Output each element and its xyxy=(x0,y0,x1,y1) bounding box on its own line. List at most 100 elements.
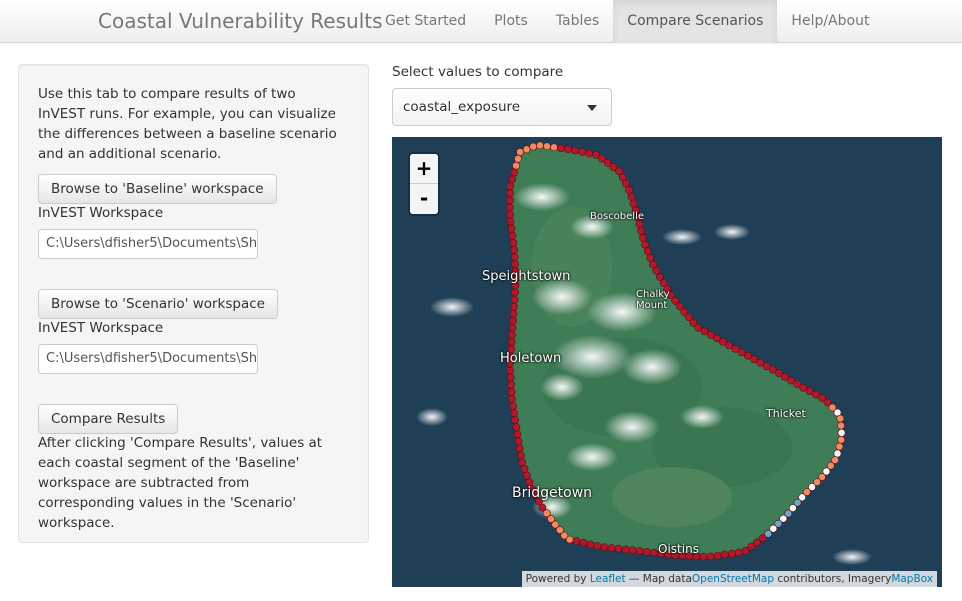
coastal-segment-marker[interactable] xyxy=(509,309,518,318)
coastal-segment-marker[interactable] xyxy=(585,149,593,158)
coastal-segment-marker[interactable] xyxy=(513,430,522,439)
coastal-segment-marker[interactable] xyxy=(506,359,515,368)
coastal-segment-marker[interactable] xyxy=(685,552,694,560)
coastal-segment-marker[interactable] xyxy=(629,199,638,208)
coastal-segment-marker[interactable] xyxy=(506,196,514,205)
coastal-segment-marker[interactable] xyxy=(713,551,722,560)
coastal-segment-marker[interactable] xyxy=(649,548,658,557)
coastal-segment-marker[interactable] xyxy=(678,551,687,560)
coastal-segment-marker[interactable] xyxy=(633,213,642,222)
coastal-segment-marker[interactable] xyxy=(510,168,518,177)
coastal-segment-marker[interactable] xyxy=(564,145,572,154)
coastal-segment-marker[interactable] xyxy=(646,254,655,262)
coastal-segment-marker[interactable] xyxy=(507,338,516,347)
openstreetmap-link[interactable]: OpenStreetMap xyxy=(692,573,774,585)
coastal-segment-marker[interactable] xyxy=(643,247,652,256)
map-canvas[interactable] xyxy=(392,137,942,587)
coastal-segment-marker[interactable] xyxy=(706,552,715,561)
coastal-segment-marker[interactable] xyxy=(750,355,758,364)
coastal-segment-marker[interactable] xyxy=(523,471,531,480)
coastal-segment-marker[interactable] xyxy=(557,144,565,153)
coastal-segment-marker[interactable] xyxy=(579,538,588,547)
coastal-segment-marker[interactable] xyxy=(635,547,644,555)
coastal-segment-marker[interactable] xyxy=(518,458,527,467)
coastal-segment-marker[interactable] xyxy=(520,464,529,473)
coastal-segment-marker[interactable] xyxy=(550,143,558,152)
coastal-segment-marker[interactable] xyxy=(571,146,579,155)
coastal-segment-marker[interactable] xyxy=(508,331,516,339)
coastal-segment-marker[interactable] xyxy=(837,428,846,437)
tab-help-about[interactable]: Help/About xyxy=(777,0,883,43)
tab-compare-scenarios[interactable]: Compare Scenarios xyxy=(613,0,778,43)
coastal-segment-marker[interactable] xyxy=(506,373,515,382)
map[interactable]: + - Boscobelle Speightstown Chalky Mount… xyxy=(392,137,942,587)
coastal-segment-marker[interactable] xyxy=(836,414,845,423)
coastal-segment-marker[interactable] xyxy=(511,416,520,424)
coastal-segment-marker[interactable] xyxy=(511,267,520,276)
coastal-segment-marker[interactable] xyxy=(506,352,515,361)
coastal-segment-marker[interactable] xyxy=(508,395,516,403)
coastal-segment-marker[interactable] xyxy=(528,484,536,493)
coastal-segment-marker[interactable] xyxy=(657,549,665,558)
coastal-segment-marker[interactable] xyxy=(516,148,524,156)
coastal-segment-marker[interactable] xyxy=(512,161,520,170)
coastal-segment-marker[interactable] xyxy=(835,442,844,451)
coastal-segment-marker[interactable] xyxy=(607,544,616,552)
coastal-segment-marker[interactable] xyxy=(699,552,708,561)
coastal-segment-marker[interactable] xyxy=(641,240,649,249)
coastal-segment-marker[interactable] xyxy=(720,550,729,559)
coastal-segment-marker[interactable] xyxy=(506,210,514,219)
browse-scenario-button[interactable]: Browse to 'Scenario' workspace xyxy=(38,289,278,319)
coastal-segment-marker[interactable] xyxy=(621,545,630,554)
coastal-segment-marker[interactable] xyxy=(515,444,524,453)
coastal-segment-marker[interactable] xyxy=(506,217,515,226)
coastal-segment-marker[interactable] xyxy=(508,231,517,240)
coastal-segment-marker[interactable] xyxy=(507,380,515,389)
coastal-segment-marker[interactable] xyxy=(586,540,595,549)
coastal-segment-marker[interactable] xyxy=(671,551,679,560)
coastal-segment-marker[interactable] xyxy=(614,544,623,553)
coastal-segment-marker[interactable] xyxy=(741,546,750,555)
coastal-segment-marker[interactable] xyxy=(638,234,647,242)
app-title[interactable]: Coastal Vulnerability Results xyxy=(98,9,383,33)
coastal-segment-marker[interactable] xyxy=(635,220,644,228)
browse-baseline-button[interactable]: Browse to 'Baseline' workspace xyxy=(38,174,277,204)
baseline-path-input[interactable]: C:\Users\dfisher5\Documents\Shi xyxy=(38,229,258,259)
coastal-segment-marker[interactable] xyxy=(522,145,531,154)
coastal-segment-marker[interactable] xyxy=(509,316,517,325)
coastal-segment-marker[interactable] xyxy=(631,206,640,215)
coastal-segment-marker[interactable] xyxy=(511,260,519,268)
coastal-segment-marker[interactable] xyxy=(510,253,519,261)
coastal-segment-marker[interactable] xyxy=(512,274,520,283)
coastal-segment-marker[interactable] xyxy=(508,175,517,184)
coastal-segment-marker[interactable] xyxy=(511,281,520,290)
coastal-segment-marker[interactable] xyxy=(637,227,645,235)
coastal-segment-marker[interactable] xyxy=(509,239,518,247)
coastal-segment-marker[interactable] xyxy=(516,451,525,460)
coastal-segment-marker[interactable] xyxy=(692,552,701,561)
coastal-segment-marker[interactable] xyxy=(506,182,515,191)
coastal-segment-marker[interactable] xyxy=(578,148,586,156)
coastal-segment-marker[interactable] xyxy=(529,142,538,151)
coastal-segment-marker[interactable] xyxy=(572,537,581,546)
coastal-segment-marker[interactable] xyxy=(664,550,672,559)
coastal-segment-marker[interactable] xyxy=(507,345,516,354)
coastal-segment-marker[interactable] xyxy=(507,387,516,396)
coastal-segment-marker[interactable] xyxy=(506,189,514,198)
coastal-segment-marker[interactable] xyxy=(509,402,517,410)
mapbox-link[interactable]: MapBox xyxy=(891,573,933,585)
coastal-segment-marker[interactable] xyxy=(514,154,522,163)
coastal-segment-marker[interactable] xyxy=(543,142,551,151)
coastal-segment-marker[interactable] xyxy=(525,478,534,487)
coastal-segment-marker[interactable] xyxy=(642,547,651,556)
coastal-segment-marker[interactable] xyxy=(510,246,519,254)
coastal-segment-marker[interactable] xyxy=(508,324,517,332)
coastal-segment-marker[interactable] xyxy=(734,548,743,557)
tab-get-started[interactable]: Get Started xyxy=(371,0,480,43)
coastal-segment-marker[interactable] xyxy=(510,295,519,304)
coastal-segment-marker[interactable] xyxy=(593,542,602,550)
leaflet-link[interactable]: Leaflet xyxy=(590,573,626,585)
coastal-segment-marker[interactable] xyxy=(511,288,519,297)
coastal-segment-marker[interactable] xyxy=(833,449,842,458)
coastal-segment-marker[interactable] xyxy=(837,435,846,444)
